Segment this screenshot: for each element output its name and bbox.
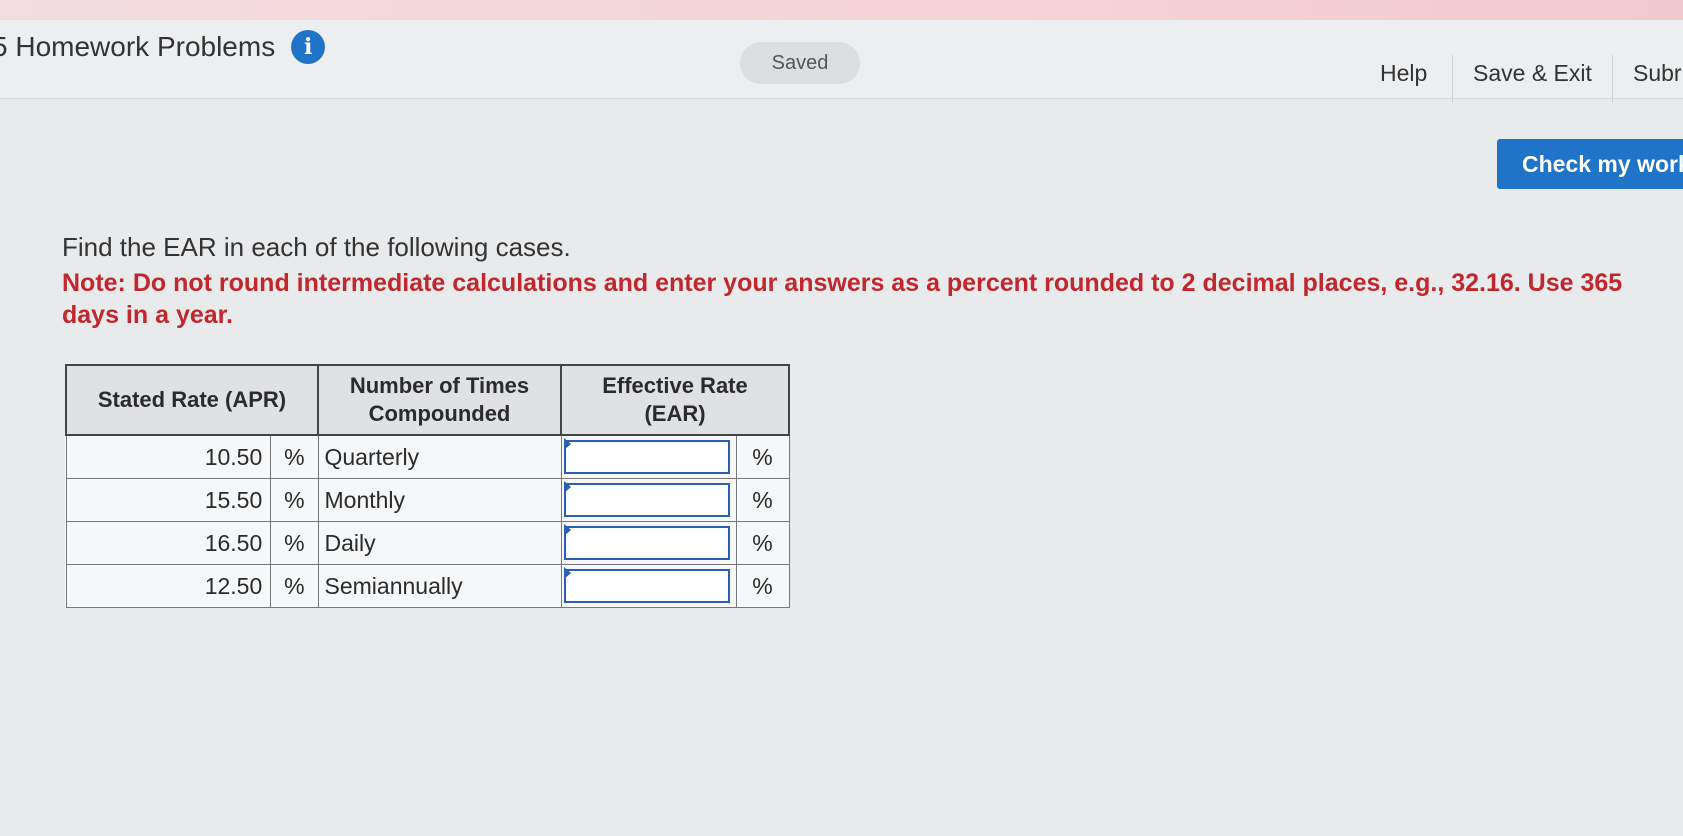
header-times-compounded: Number of Times Compounded xyxy=(317,364,562,436)
table-row: 15.50 % Monthly % xyxy=(65,478,790,522)
ear-input-cell xyxy=(560,521,737,565)
stated-rate-value: 10.50 xyxy=(65,434,272,479)
stated-rate-unit: % xyxy=(270,434,319,479)
ear-input-daily[interactable] xyxy=(563,526,730,560)
header-stated-rate: Stated Rate (APR) xyxy=(65,364,319,436)
assignment-title: 5 Homework Problems i xyxy=(0,30,326,64)
compounding-frequency: Daily xyxy=(317,521,562,565)
nav-divider xyxy=(1612,55,1613,103)
info-icon[interactable]: i xyxy=(291,30,326,64)
check-my-work-button[interactable]: Check my work xyxy=(1497,139,1683,189)
saved-status-badge: Saved xyxy=(740,42,860,84)
top-strip xyxy=(0,0,1683,20)
table-row: 12.50 % Semiannually % xyxy=(65,564,790,608)
ear-unit: % xyxy=(735,521,790,565)
ear-unit: % xyxy=(735,564,790,608)
question-note: Note: Do not round intermediate calculat… xyxy=(62,269,1623,329)
stated-rate-value: 12.50 xyxy=(65,564,272,608)
nav-divider xyxy=(1452,55,1453,103)
stated-rate-value: 15.50 xyxy=(65,478,272,522)
compounding-frequency: Monthly xyxy=(317,478,562,522)
ear-input-quarterly[interactable] xyxy=(563,440,730,474)
compounding-frequency: Quarterly xyxy=(317,434,562,479)
stated-rate-value: 16.50 xyxy=(65,521,272,565)
ear-input-cell xyxy=(560,434,737,479)
help-link[interactable]: Help xyxy=(1380,60,1427,87)
save-exit-link[interactable]: Save & Exit xyxy=(1473,60,1592,87)
ear-unit: % xyxy=(735,478,790,522)
input-marker-icon xyxy=(563,567,571,579)
compounding-frequency: Semiannually xyxy=(317,564,562,608)
question-text: Find the EAR in each of the following ca… xyxy=(62,232,571,262)
table-row: 16.50 % Daily % xyxy=(65,521,790,565)
ear-input-cell xyxy=(560,564,737,608)
question-prompt: Find the EAR in each of the following ca… xyxy=(62,232,1662,331)
ear-unit: % xyxy=(735,434,790,479)
stated-rate-unit: % xyxy=(270,564,319,608)
ear-input-cell xyxy=(560,478,737,522)
ear-input-semiannually[interactable] xyxy=(563,569,730,603)
header-effective-rate: Effective Rate (EAR) xyxy=(560,364,790,436)
ear-table: Stated Rate (APR) Number of Times Compou… xyxy=(65,364,790,608)
ear-input-monthly[interactable] xyxy=(563,483,730,517)
input-marker-icon xyxy=(563,524,571,536)
stated-rate-unit: % xyxy=(270,521,319,565)
input-marker-icon xyxy=(563,438,571,450)
table-row: 10.50 % Quarterly % xyxy=(65,434,790,479)
assignment-title-text: 5 Homework Problems xyxy=(0,31,276,62)
submit-link[interactable]: Subr xyxy=(1633,60,1682,87)
input-marker-icon xyxy=(563,481,571,493)
stated-rate-unit: % xyxy=(270,478,319,522)
